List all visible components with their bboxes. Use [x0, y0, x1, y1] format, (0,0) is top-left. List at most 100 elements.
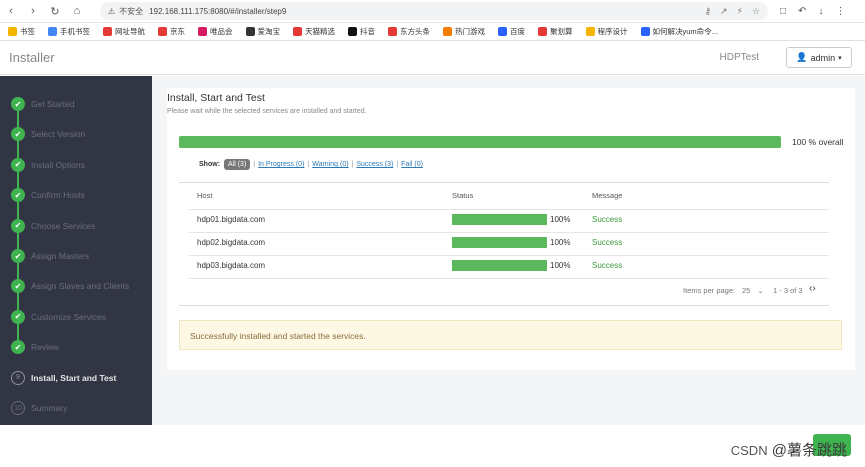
wizard-step[interactable]: ✔ Choose Services — [11, 218, 95, 233]
check-icon: ✔ — [11, 249, 25, 263]
wizard-step[interactable]: ✔ Install Options — [11, 157, 85, 172]
warning-icon: ⚠ — [108, 6, 116, 16]
bookmark-item[interactable]: 网址导航 — [103, 26, 145, 37]
app-header: Installer HDPTest 👤 admin ▾ — [0, 41, 865, 75]
column-header-message: Message — [592, 191, 623, 200]
bookmark-item[interactable]: 聚划算 — [538, 26, 573, 37]
bookmark-icon — [388, 27, 397, 36]
filter-in-progress[interactable]: In Progress (0) — [258, 161, 304, 168]
filter-separator: | — [307, 161, 310, 168]
host-status-message: Success — [592, 261, 623, 270]
watermark: CSDN @薯条跳跳 — [731, 439, 847, 460]
bookmark-item[interactable]: 手机书签 — [48, 26, 90, 37]
host-progress-percent: 100% — [550, 238, 571, 247]
host-link[interactable]: hdp01.bigdata.com — [197, 215, 265, 224]
wizard-step-label: Summary — [31, 403, 68, 413]
back-icon[interactable]: ‹ — [0, 5, 22, 17]
wizard-step-label: Confirm Hosts — [31, 190, 85, 201]
filter-separator: | — [396, 161, 399, 168]
share-icon[interactable]: ↗ — [720, 6, 728, 17]
wizard-step[interactable]: ✔ Confirm Hosts — [11, 188, 85, 203]
bookmark-icon — [158, 27, 167, 36]
bookmark-item[interactable]: 书签 — [8, 26, 35, 37]
bookmark-icon — [498, 27, 507, 36]
filter-success[interactable]: Success (3) — [356, 161, 393, 168]
bookmark-item[interactable]: 抖音 — [348, 26, 375, 37]
next-page-icon[interactable]: › — [812, 283, 815, 294]
extensions-icon[interactable]: □ — [780, 6, 786, 17]
check-icon: ✔ — [11, 218, 25, 233]
bookmarks-bar: 书签 手机书签 网址导航 京东 唯品会 爱淘宝 天猫精选 抖音 东方头条 热门游戏 百度 聚划算 程序设… — [0, 23, 865, 41]
wizard-step-label: Get Started — [31, 99, 75, 109]
bookmark-icon — [48, 27, 57, 36]
host-progress-bar — [452, 260, 547, 271]
page-range: 1 - 3 of 3 — [773, 286, 803, 295]
filter-all[interactable]: All (3) — [224, 159, 251, 170]
check-icon: ✔ — [11, 279, 25, 294]
table-bottom-border — [179, 305, 829, 306]
host-link[interactable]: hdp02.bigdata.com — [197, 238, 265, 247]
page-subtitle: Please wait while the selected services … — [167, 108, 367, 115]
success-notice: Successfully installed and started the s… — [179, 320, 842, 350]
bookmark-item[interactable]: 爱淘宝 — [245, 26, 281, 37]
bolt-icon[interactable]: ⚡ — [737, 6, 743, 17]
reload-icon[interactable]: ↻ — [44, 5, 66, 18]
caret-down-icon: ▾ — [838, 54, 842, 62]
bookmark-icon — [443, 27, 452, 36]
bookmark-label: 天猫精选 — [305, 27, 335, 36]
bookmark-item[interactable]: 唯品会 — [198, 26, 233, 37]
insecure-label: 不安全 — [119, 6, 144, 16]
check-icon: ✔ — [11, 188, 25, 203]
filter-fail[interactable]: Fail (0) — [401, 161, 423, 168]
column-header-status: Status — [452, 191, 474, 200]
bookmark-icon — [640, 27, 650, 36]
key-icon[interactable]: ⚷ — [704, 6, 711, 17]
address-bar[interactable]: ⚠ 不安全 192.168.111.175:8080/#/installer/s… — [100, 2, 768, 20]
row-divider — [189, 278, 829, 279]
step-number: 10 — [11, 401, 25, 415]
download-icon[interactable]: ↓ — [818, 6, 823, 17]
wizard-step[interactable]: ✔ Assign Masters — [11, 249, 89, 263]
bookmark-item[interactable]: 程序设计 — [585, 26, 628, 37]
star-icon[interactable]: ☆ — [752, 6, 760, 17]
check-icon: ✔ — [11, 97, 25, 111]
menu-icon[interactable]: ⋮ — [835, 6, 845, 17]
wizard-step[interactable]: ✔ Review — [11, 340, 59, 355]
row-divider — [189, 232, 829, 233]
filter-warning[interactable]: Warning (0) — [312, 161, 348, 168]
forward-icon[interactable]: › — [22, 5, 44, 17]
step-number: 9 — [11, 370, 25, 385]
bookmark-label: 百度 — [510, 27, 525, 36]
bookmark-icon — [348, 27, 357, 36]
history-icon[interactable]: ↶ — [798, 6, 806, 17]
bookmark-item[interactable]: 热门游戏 — [443, 26, 485, 37]
wizard-step[interactable]: ✔ Assign Slaves and Clients — [11, 279, 129, 294]
bookmark-item[interactable]: 如何解决yum命令... — [640, 26, 718, 37]
bookmark-icon — [8, 27, 17, 36]
bookmark-item[interactable]: 京东 — [158, 26, 185, 37]
items-per-page-select[interactable]: 25 ⌄ — [742, 286, 764, 295]
bookmark-item[interactable]: 百度 — [498, 26, 525, 37]
bookmark-icon — [198, 27, 207, 36]
app-brand[interactable]: Installer — [9, 50, 55, 65]
host-link[interactable]: hdp03.bigdata.com — [197, 261, 265, 270]
bookmark-item[interactable]: 天猫精选 — [293, 26, 335, 37]
footer-bar: CSDN @薯条跳跳 — [0, 425, 865, 467]
host-progress-percent: 100% — [550, 215, 571, 224]
check-icon: ✔ — [11, 157, 25, 172]
home-icon[interactable]: ⌂ — [66, 5, 88, 17]
wizard-step[interactable]: ✔ Get Started — [11, 97, 74, 111]
user-menu-button[interactable]: 👤 admin ▾ — [786, 47, 852, 68]
wizard-step: 10 Summary — [11, 401, 67, 415]
bookmark-item[interactable]: 东方头条 — [388, 26, 430, 37]
host-status-message: Success — [592, 215, 623, 224]
wizard-step[interactable]: ✔ Customize Services — [11, 309, 106, 324]
overall-progress-label: 100 % overall — [792, 137, 844, 147]
chevron-down-icon: ⌄ — [757, 286, 764, 295]
wizard-step[interactable]: ✔ Select Version — [11, 127, 85, 142]
cluster-name: HDPTest — [719, 52, 759, 63]
url-text[interactable]: 192.168.111.175:8080/#/installer/step9 — [149, 7, 286, 16]
bookmark-label: 爱淘宝 — [257, 27, 281, 36]
wizard-step-label: Install Options — [31, 159, 85, 170]
bookmark-icon — [293, 27, 302, 36]
